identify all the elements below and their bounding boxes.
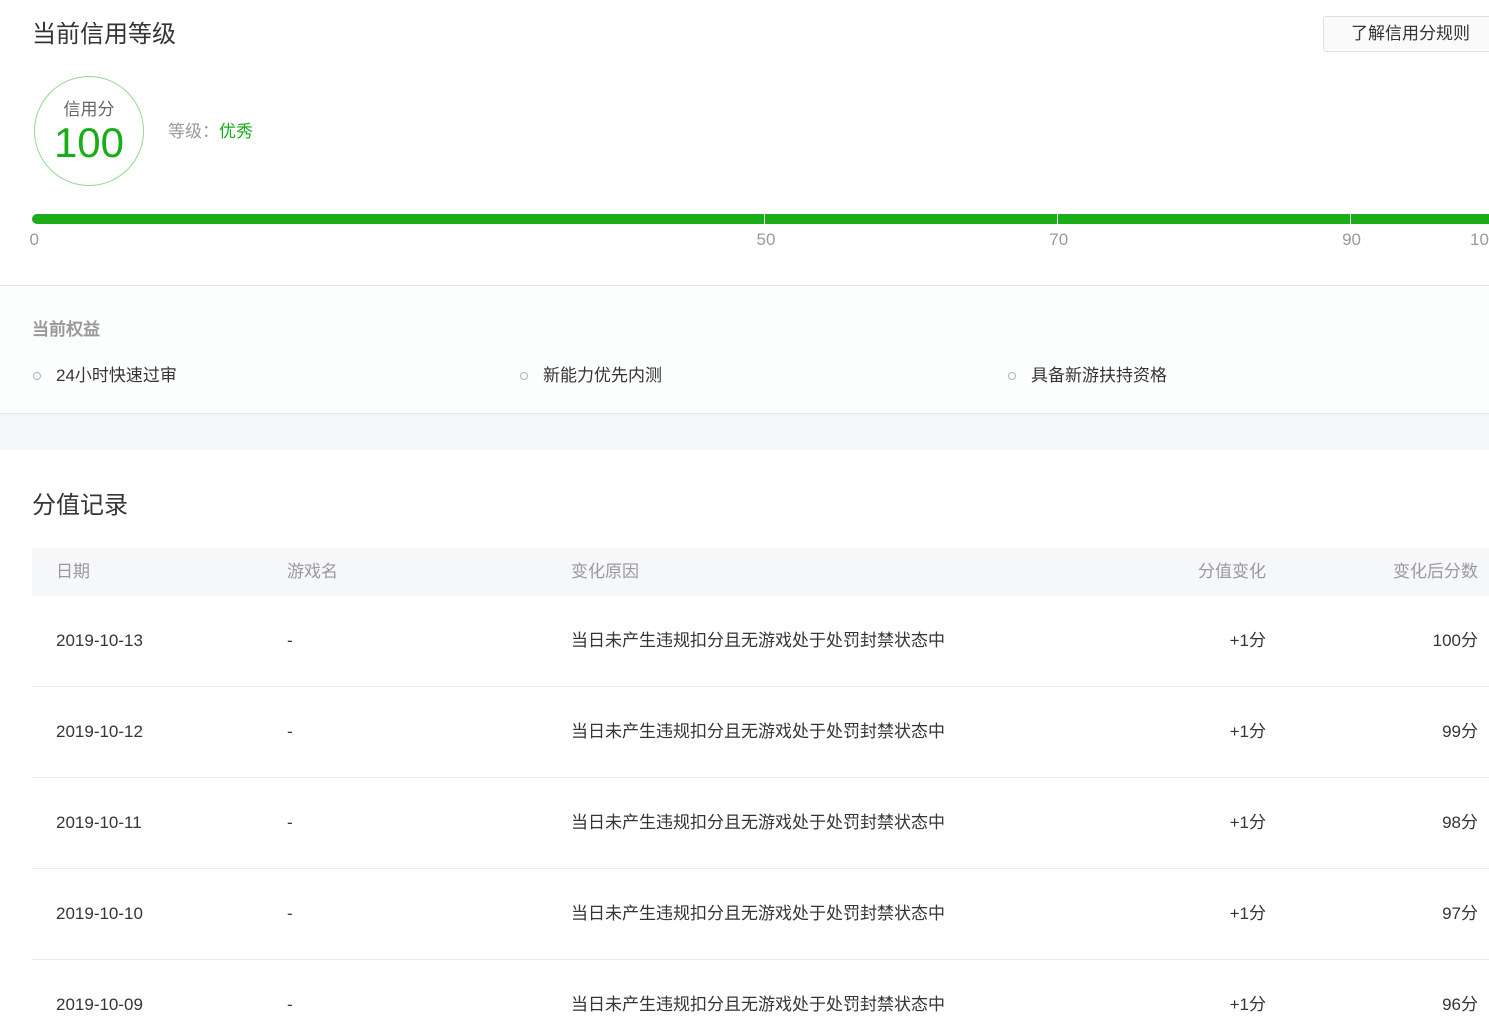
- progress-tick-label: 50: [756, 230, 776, 249]
- column-header-reason: 变化原因: [571, 562, 639, 581]
- record-after: 99分: [1442, 722, 1478, 741]
- level-value: 优秀: [219, 122, 253, 141]
- record-date: 2019-10-13: [56, 631, 143, 650]
- record-date: 2019-10-12: [56, 722, 143, 741]
- credit-rules-button[interactable]: 了解信用分规则: [1323, 16, 1489, 52]
- score-ring: 信用分 100: [34, 76, 144, 186]
- record-game: -: [287, 813, 293, 832]
- record-game: -: [287, 631, 293, 650]
- benefits-title: 当前权益: [32, 320, 100, 339]
- benefit-item: 24小时快速过审: [32, 365, 492, 387]
- record-date: 2019-10-10: [56, 904, 143, 923]
- progress-tick-mark: [1349, 214, 1351, 224]
- record-game: -: [287, 904, 293, 923]
- benefit-label: 具备新游扶持资格: [1031, 366, 1167, 385]
- record-reason: 当日未产生违规扣分且无游戏处于处罚封禁状态中: [571, 813, 945, 832]
- benefit-label: 24小时快速过审: [56, 366, 177, 385]
- score-records-panel: 分值记录 日期 游戏名 变化原因 分值变化 变化后分数 2019-10-13 -…: [0, 450, 1489, 1036]
- record-game: -: [287, 722, 293, 741]
- table-row: 2019-10-13 - 当日未产生违规扣分且无游戏处于处罚封禁状态中 +1分 …: [32, 596, 1489, 687]
- record-reason: 当日未产生违规扣分且无游戏处于处罚封禁状态中: [571, 631, 945, 650]
- table-row: 2019-10-10 - 当日未产生违规扣分且无游戏处于处罚封禁状态中 +1分 …: [32, 869, 1489, 960]
- progress-track: [32, 214, 1489, 224]
- column-header-change: 分值变化: [1198, 562, 1266, 581]
- record-after: 96分: [1442, 995, 1478, 1014]
- records-title: 分值记录: [32, 492, 128, 519]
- score-value: 100: [53, 119, 125, 166]
- record-after: 98分: [1442, 813, 1478, 832]
- record-date: 2019-10-11: [56, 813, 142, 832]
- page-title: 当前信用等级: [32, 21, 176, 48]
- records-table: 日期 游戏名 变化原因 分值变化 变化后分数 2019-10-13 - 当日未产…: [32, 548, 1489, 1036]
- record-reason: 当日未产生违规扣分且无游戏处于处罚封禁状态中: [571, 722, 945, 741]
- level-label: 等级：: [168, 122, 219, 141]
- circle-bullet-icon: [520, 372, 528, 380]
- table-row: 2019-10-11 - 当日未产生违规扣分且无游戏处于处罚封禁状态中 +1分 …: [32, 778, 1489, 869]
- progress-tick-mark: [764, 214, 765, 224]
- progress-tick-label: 90: [1342, 230, 1362, 249]
- credit-level: 等级：优秀: [168, 121, 253, 143]
- record-change: +1分: [1229, 722, 1266, 741]
- circle-bullet-icon: [33, 372, 41, 380]
- table-row: 2019-10-09 - 当日未产生违规扣分且无游戏处于处罚封禁状态中 +1分 …: [32, 960, 1489, 1036]
- section-gap: [0, 414, 1489, 450]
- record-after: 100分: [1432, 631, 1478, 650]
- record-game: -: [287, 995, 293, 1014]
- credit-level-panel: 当前信用等级 了解信用分规则 信用分 100 等级：优秀 0 50 70 90 …: [0, 0, 1489, 286]
- record-after: 97分: [1442, 904, 1478, 923]
- column-header-date: 日期: [56, 562, 90, 581]
- benefit-label: 新能力优先内测: [543, 366, 662, 385]
- progress-labels: 0 50 70 90 100: [29, 229, 1489, 251]
- circle-bullet-icon: [1008, 372, 1016, 380]
- record-date: 2019-10-09: [56, 995, 143, 1014]
- table-header: 日期 游戏名 变化原因 分值变化 变化后分数: [32, 548, 1489, 596]
- progress-tick-mark: [1056, 214, 1058, 224]
- record-change: +1分: [1229, 631, 1266, 650]
- column-header-after: 变化后分数: [1393, 562, 1478, 581]
- progress-tick-label: 0: [29, 230, 39, 249]
- benefit-item: 新能力优先内测: [519, 365, 979, 387]
- record-change: +1分: [1229, 813, 1266, 832]
- benefit-item: 具备新游扶持资格: [1007, 365, 1467, 387]
- record-reason: 当日未产生违规扣分且无游戏处于处罚封禁状态中: [571, 904, 945, 923]
- benefits-panel: 当前权益 24小时快速过审 新能力优先内测 具备新游扶持资格: [0, 286, 1489, 414]
- record-reason: 当日未产生违规扣分且无游戏处于处罚封禁状态中: [571, 995, 945, 1014]
- progress-tick-label: 70: [1049, 230, 1069, 249]
- column-header-game: 游戏名: [287, 562, 338, 581]
- record-change: +1分: [1229, 904, 1266, 923]
- score-label: 信用分: [63, 100, 115, 119]
- progress-fill: [32, 214, 1489, 224]
- progress-tick-label: 100: [1470, 230, 1489, 249]
- record-change: +1分: [1229, 995, 1266, 1014]
- table-row: 2019-10-12 - 当日未产生违规扣分且无游戏处于处罚封禁状态中 +1分 …: [32, 687, 1489, 778]
